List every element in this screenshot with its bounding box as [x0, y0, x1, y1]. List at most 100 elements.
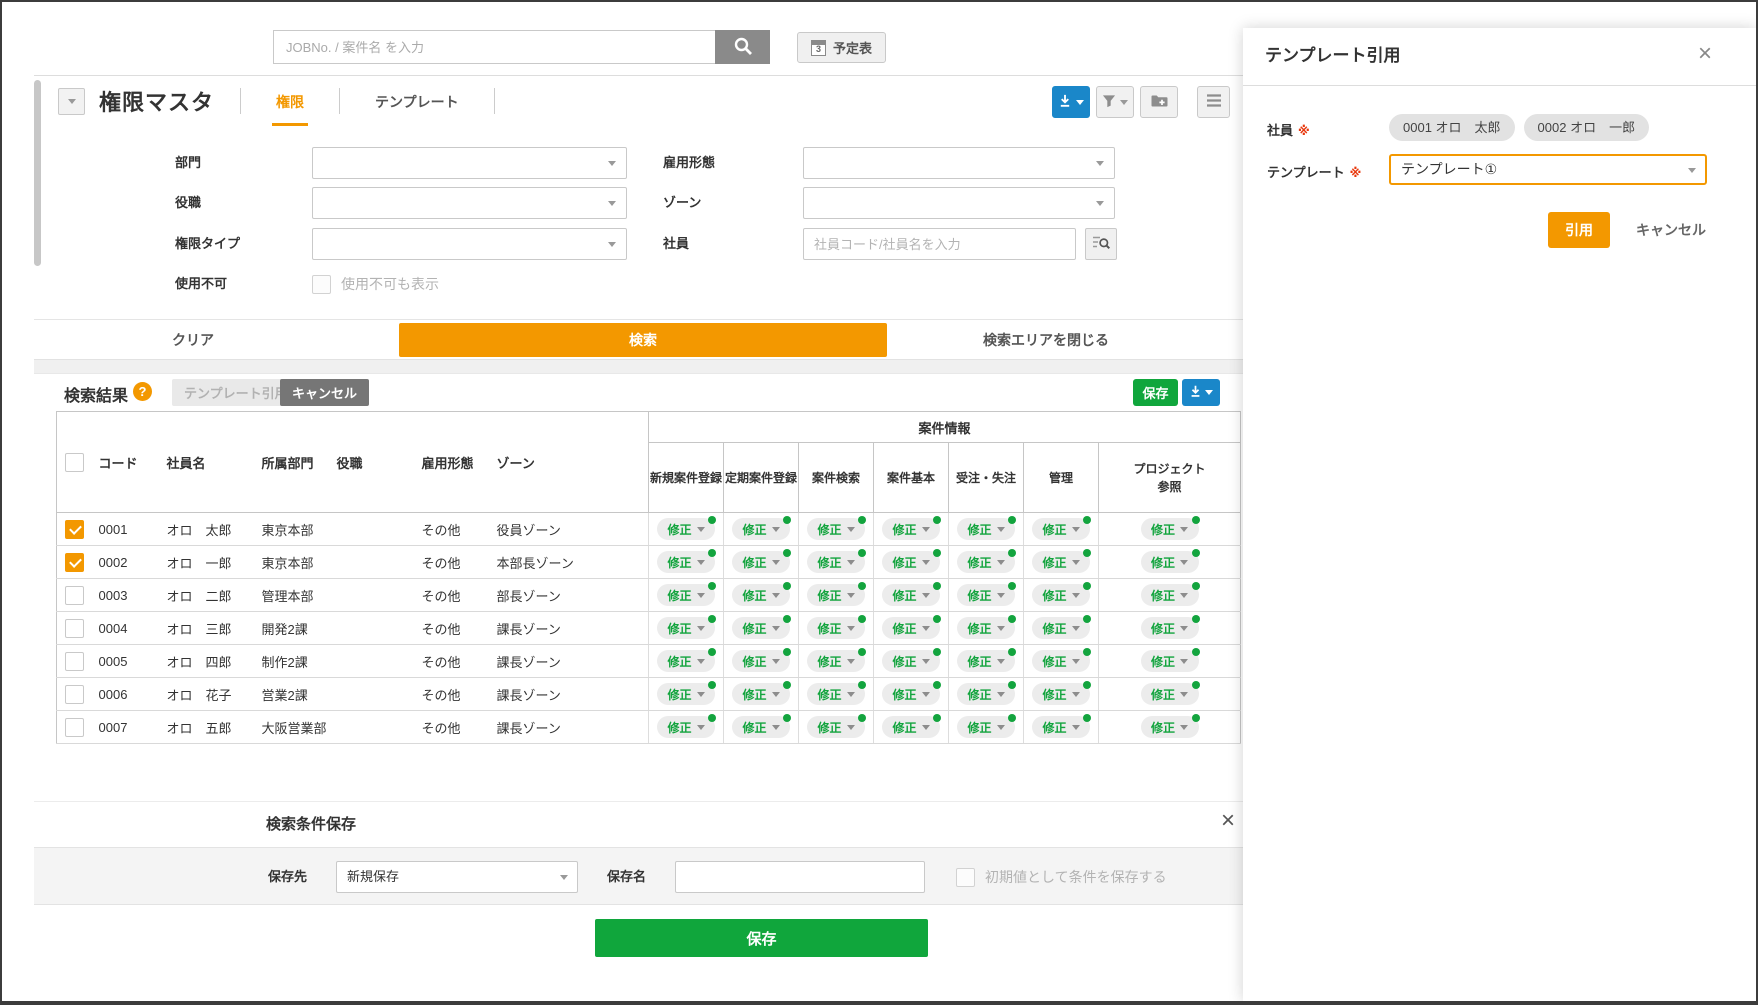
permission-dropdown[interactable]: 修正	[657, 683, 715, 705]
row-checkbox[interactable]	[65, 718, 84, 737]
permission-dropdown[interactable]: 修正	[957, 650, 1015, 672]
permission-dropdown[interactable]: 修正	[807, 551, 865, 573]
permission-dropdown[interactable]: 修正	[1032, 617, 1090, 639]
col-code: コード	[93, 412, 161, 513]
help-icon[interactable]: ?	[133, 382, 152, 401]
cancel-template-button[interactable]: キャンセル	[1636, 220, 1706, 240]
save-dest-select[interactable]: 新規保存	[336, 861, 578, 893]
employee-search-input[interactable]	[803, 228, 1076, 260]
permission-dropdown[interactable]: 修正	[807, 650, 865, 672]
permission-dropdown[interactable]: 修正	[1141, 584, 1199, 606]
cancel-button[interactable]: キャンセル	[280, 379, 369, 406]
permission-dropdown[interactable]: 修正	[957, 617, 1015, 639]
close-search-area-button[interactable]: 検索エリアを閉じる	[983, 330, 1109, 350]
row-checkbox[interactable]	[65, 520, 84, 539]
permission-dropdown[interactable]: 修正	[657, 584, 715, 606]
select-all-checkbox[interactable]	[65, 453, 84, 472]
permission-status-dot	[783, 681, 791, 689]
close-icon[interactable]: ×	[1698, 42, 1712, 66]
permission-dropdown[interactable]: 修正	[732, 617, 790, 639]
global-search-input[interactable]	[273, 30, 715, 64]
permission-dropdown[interactable]: 修正	[882, 617, 940, 639]
permission-dropdown[interactable]: 修正	[1141, 518, 1199, 540]
permission-dropdown[interactable]: 修正	[807, 716, 865, 738]
apply-template-button[interactable]: 引用	[1548, 212, 1610, 248]
role-select[interactable]	[312, 187, 627, 219]
permission-dropdown[interactable]: 修正	[657, 518, 715, 540]
permission-dropdown[interactable]: 修正	[1032, 683, 1090, 705]
permission-dropdown[interactable]: 修正	[882, 551, 940, 573]
cell-permission: 修正	[799, 645, 874, 678]
permission-dropdown[interactable]: 修正	[1032, 584, 1090, 606]
permission-dropdown[interactable]: 修正	[732, 584, 790, 606]
row-checkbox[interactable]	[65, 553, 84, 572]
permission-dropdown[interactable]: 修正	[657, 617, 715, 639]
col-project-reference: プロジェクト参照	[1099, 443, 1241, 513]
save-name-input[interactable]	[675, 861, 925, 893]
permission-dropdown[interactable]: 修正	[732, 650, 790, 672]
permission-dropdown[interactable]: 修正	[732, 716, 790, 738]
col-recurring-project: 定期案件登録	[724, 443, 799, 513]
permission-dropdown[interactable]: 修正	[1141, 716, 1199, 738]
dept-select[interactable]	[312, 147, 627, 179]
employee-advanced-search-button[interactable]	[1085, 228, 1117, 260]
title-dropdown-button[interactable]	[58, 88, 85, 115]
permission-dropdown[interactable]: 修正	[882, 716, 940, 738]
permission-dropdown[interactable]: 修正	[1032, 716, 1090, 738]
permission-status-dot	[1192, 648, 1200, 656]
permission-dropdown[interactable]: 修正	[1032, 551, 1090, 573]
clear-button[interactable]: クリア	[172, 330, 214, 350]
template-select[interactable]: テンプレート①	[1389, 154, 1707, 185]
download-results-button[interactable]	[1182, 379, 1220, 406]
menu-button[interactable]	[1197, 86, 1230, 118]
permission-dropdown[interactable]: 修正	[732, 551, 790, 573]
permission-dropdown[interactable]: 修正	[657, 650, 715, 672]
permission-dropdown[interactable]: 修正	[882, 584, 940, 606]
permission-dropdown[interactable]: 修正	[957, 551, 1015, 573]
filter-button[interactable]	[1096, 86, 1134, 118]
permission-dropdown[interactable]: 修正	[1141, 617, 1199, 639]
save-as-default-checkbox[interactable]	[956, 868, 975, 887]
row-checkbox[interactable]	[65, 652, 84, 671]
row-checkbox[interactable]	[65, 685, 84, 704]
permission-dropdown[interactable]: 修正	[732, 683, 790, 705]
global-search-button[interactable]	[715, 30, 770, 64]
permission-dropdown[interactable]: 修正	[882, 683, 940, 705]
permission-dropdown[interactable]: 修正	[657, 551, 715, 573]
permission-dropdown[interactable]: 修正	[1032, 650, 1090, 672]
permission-dropdown[interactable]: 修正	[1032, 518, 1090, 540]
save-results-button[interactable]: 保存	[1133, 379, 1178, 406]
permission-dropdown[interactable]: 修正	[807, 518, 865, 540]
permission-dropdown[interactable]: 修正	[807, 584, 865, 606]
permission-dropdown[interactable]: 修正	[732, 518, 790, 540]
permission-dropdown[interactable]: 修正	[882, 518, 940, 540]
schedule-button[interactable]: 3 予定表	[797, 32, 886, 63]
tab-template[interactable]: テンプレート	[340, 76, 494, 126]
permission-dropdown[interactable]: 修正	[657, 716, 715, 738]
permission-dropdown[interactable]: 修正	[1141, 683, 1199, 705]
permission-dropdown[interactable]: 修正	[807, 617, 865, 639]
save-condition-button[interactable]: 保存	[595, 919, 928, 957]
zone-select[interactable]	[803, 187, 1115, 219]
row-checkbox[interactable]	[65, 586, 84, 605]
download-button[interactable]	[1052, 86, 1090, 118]
row-checkbox[interactable]	[65, 619, 84, 638]
permission-dropdown[interactable]: 修正	[957, 683, 1015, 705]
permission-dropdown[interactable]: 修正	[957, 518, 1015, 540]
permission-dropdown[interactable]: 修正	[957, 584, 1015, 606]
emp-type-select[interactable]	[803, 147, 1115, 179]
permission-dropdown[interactable]: 修正	[807, 683, 865, 705]
tab-permission[interactable]: 権限	[241, 76, 339, 126]
cell-permission: 修正	[1024, 711, 1099, 744]
search-button[interactable]: 検索	[399, 323, 887, 357]
permission-dropdown[interactable]: 修正	[957, 716, 1015, 738]
employee-tag[interactable]: 0001 オロ 太郎	[1389, 114, 1515, 141]
permission-dropdown[interactable]: 修正	[1141, 650, 1199, 672]
close-icon[interactable]: ×	[1221, 809, 1235, 833]
employee-tag[interactable]: 0002 オロ 一郎	[1524, 114, 1650, 141]
permission-dropdown[interactable]: 修正	[1141, 551, 1199, 573]
add-folder-button[interactable]	[1140, 86, 1178, 118]
perm-type-select[interactable]	[312, 228, 627, 260]
show-disabled-checkbox[interactable]	[312, 275, 331, 294]
permission-dropdown[interactable]: 修正	[882, 650, 940, 672]
